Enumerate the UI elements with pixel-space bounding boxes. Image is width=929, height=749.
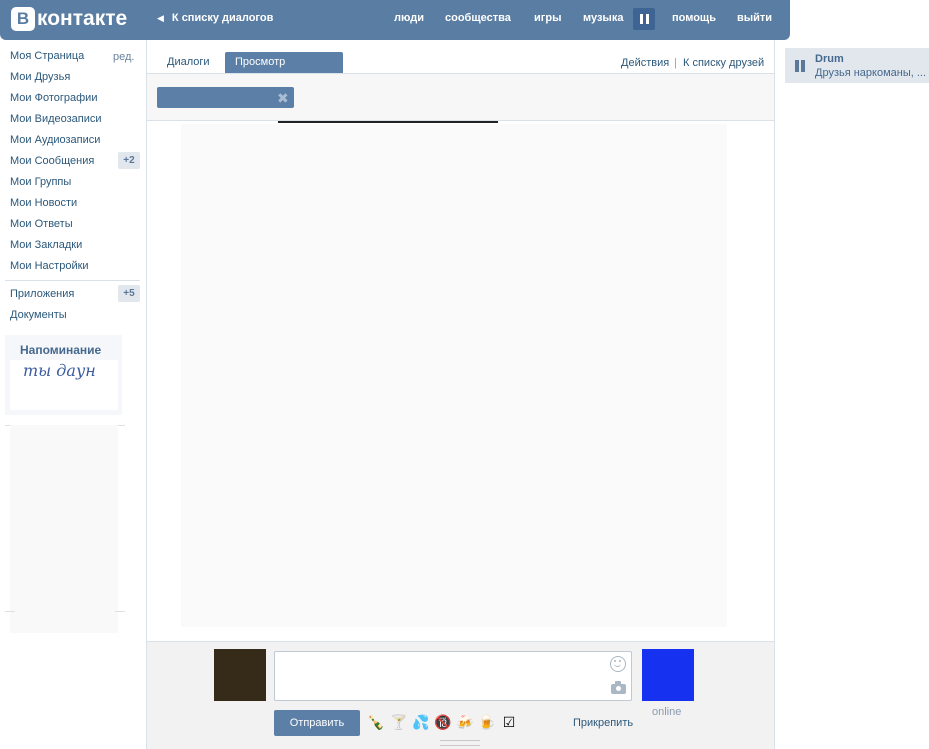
composer-resize-handle[interactable] (440, 740, 480, 746)
pause-icon-bar (645, 14, 649, 24)
sidebar-item-messages[interactable]: Мои Сообщения (10, 155, 94, 167)
main-right-border (774, 40, 775, 749)
sidebar-item-audio[interactable]: Мои Аудиозаписи (10, 134, 100, 146)
sidebar-item-photos[interactable]: Мои Фотографии (10, 92, 97, 104)
messages-count-badge[interactable]: +2 (118, 152, 140, 169)
chevron-left-icon: ◀ (157, 12, 164, 23)
sidebar-item-apps[interactable]: Приложения (10, 288, 74, 300)
sidebar-item-bookmarks[interactable]: Мои Закладки (10, 239, 82, 251)
sidebar-item-friends[interactable]: Мои Друзья (10, 71, 70, 83)
ad-border-tick (115, 611, 125, 612)
reminder-note: ты даун (10, 360, 118, 410)
pause-icon (639, 14, 643, 24)
tab-view-dialogs[interactable]: Просмотр диалогов (225, 52, 343, 89)
apps-count-badge[interactable]: +5 (118, 285, 140, 302)
sidebar-item-answers[interactable]: Мои Ответы (10, 218, 73, 230)
camera-icon[interactable] (611, 681, 626, 694)
nav-help[interactable]: помощь (672, 12, 716, 24)
ad-border-tick (5, 611, 15, 612)
sidebar-item-my-page[interactable]: Моя Страница (10, 50, 84, 62)
sidebar-item-videos[interactable]: Мои Видеозаписи (10, 113, 102, 125)
cocktail-emoji-icon[interactable]: 🍸 (390, 713, 408, 731)
player-track-subtitle: Друзья наркоманы, ... (815, 67, 927, 79)
player-track-title: Drum (815, 53, 844, 65)
sidebar-item-settings[interactable]: Мои Настройки (10, 260, 89, 272)
checkbox-emoji-icon[interactable]: ☑ (500, 713, 518, 731)
beers-emoji-icon[interactable]: 🍻 (456, 713, 474, 731)
reminder-title: Напоминание (20, 343, 102, 357)
actions-separator: | (674, 57, 677, 69)
reminder-note-text: ты даун (23, 361, 96, 380)
dialog-participant-chip[interactable] (157, 87, 294, 108)
top-bar: В контакте ◀ К списку диалогов люди сооб… (0, 0, 790, 40)
sidebar-ad-placeholder (10, 425, 118, 633)
edit-menu-link[interactable]: ред. (113, 51, 134, 63)
nav-people[interactable]: люди (394, 12, 424, 24)
nav-games[interactable]: игры (534, 12, 561, 24)
vk-logo[interactable]: В контакте (11, 7, 127, 31)
history-top-stripe (278, 121, 498, 123)
actions-link[interactable]: Действия (621, 57, 669, 69)
vk-logo-text: контакте (37, 7, 128, 30)
close-icon[interactable]: ✖ (277, 90, 289, 107)
reminder-handwriting: ты даун (23, 361, 96, 380)
nav-music[interactable]: музыка (583, 12, 623, 24)
sidebar-divider (5, 280, 140, 281)
peer-online-status: online (652, 706, 682, 718)
beer-emoji-icon[interactable]: 🍺 (478, 713, 496, 731)
vk-dialogs-page: В контакте ◀ К списку диалогов люди сооб… (0, 0, 929, 749)
send-button[interactable]: Отправить (274, 710, 360, 736)
nav-communities[interactable]: сообщества (445, 12, 511, 24)
tab-dialogs[interactable]: Диалоги (157, 52, 220, 73)
smile-icon[interactable] (610, 656, 626, 672)
message-input[interactable] (274, 651, 632, 701)
attach-link[interactable]: Прикрепить (573, 717, 633, 729)
vk-logo-badge: В (11, 7, 35, 31)
music-pause-button[interactable] (633, 8, 655, 30)
sweat-drops-emoji-icon[interactable]: 💦 (412, 713, 430, 731)
champagne-emoji-icon[interactable]: 🍾 (367, 713, 385, 731)
friends-list-link[interactable]: К списку друзей (683, 57, 764, 69)
my-avatar[interactable] (214, 649, 266, 701)
nav-logout[interactable]: выйти (737, 12, 772, 24)
sidebar-item-news[interactable]: Мои Новости (10, 197, 77, 209)
peer-avatar[interactable] (642, 649, 694, 701)
sidebar-item-groups[interactable]: Мои Группы (10, 176, 71, 188)
back-to-dialogs-link[interactable]: ◀ К списку диалогов (157, 12, 273, 24)
sidebar-item-documents[interactable]: Документы (10, 309, 67, 321)
no-under-18-emoji-icon[interactable]: 🔞 (434, 713, 452, 731)
message-history-content (181, 124, 727, 627)
pause-icon[interactable] (795, 60, 807, 72)
back-to-dialogs-label: К списку диалогов (171, 12, 274, 24)
